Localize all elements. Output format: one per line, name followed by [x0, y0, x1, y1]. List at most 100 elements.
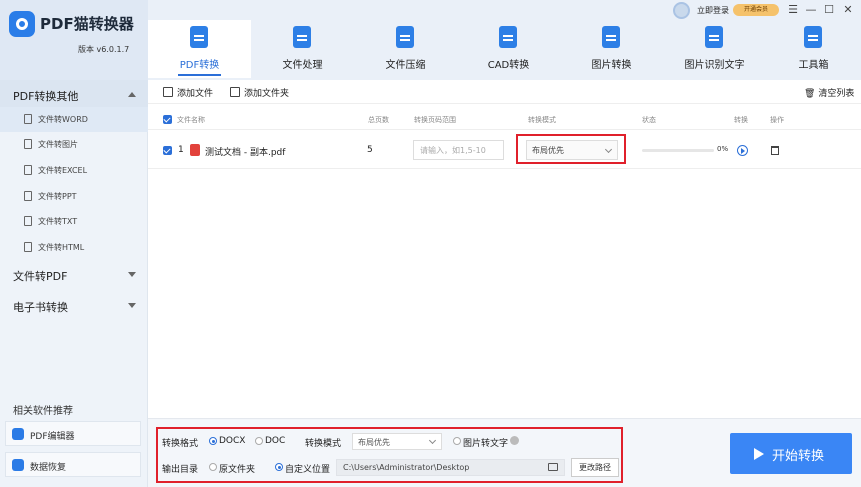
sidebar-item-ppt[interactable]: 文件转PPT — [0, 184, 148, 209]
logo-area: PDF猫转换器 版本 v6.0.1.7 — [0, 0, 148, 80]
clear-list-label: 清空列表 — [818, 89, 855, 99]
pdf-convert-icon — [190, 26, 208, 48]
start-convert-button[interactable]: 开始转换 — [730, 433, 852, 474]
recommend-label: 数据恢复 — [30, 463, 67, 473]
chevron-down-icon — [128, 272, 136, 277]
tab-toolbox[interactable]: 工具箱 — [766, 20, 861, 78]
table-row[interactable]: 1 测试文档 - 副本.pdf 5 请输入，如1,5-10 布局优先 0% — [148, 132, 861, 169]
sidebar-item-label: 文件转HTML — [38, 243, 85, 252]
image-to-text-radio[interactable] — [453, 437, 461, 445]
recommend-data-recovery[interactable]: 数据恢复 — [5, 452, 141, 477]
recommend-pdf-editor[interactable]: PDF编辑器 — [5, 421, 141, 446]
tab-pdf-convert[interactable]: PDF转换 — [148, 20, 251, 78]
page-range-input[interactable]: 请输入，如1,5-10 — [413, 140, 504, 160]
custom-location-label[interactable]: 自定义位置 — [285, 462, 330, 475]
sidebar-item-txt[interactable]: 文件转TXT — [0, 209, 148, 234]
sidebar-item-image[interactable]: 文件转图片 — [0, 132, 148, 157]
sidebar-item-label: 文件转WORD — [38, 115, 88, 124]
minimize-icon[interactable]: — — [804, 3, 818, 17]
tab-label: 文件处理 — [282, 60, 323, 71]
tab-label: CAD转换 — [487, 60, 530, 71]
toolbox-icon — [804, 26, 822, 48]
tab-label: 图片识别文字 — [684, 60, 745, 71]
sidebar-item-label: 文件转图片 — [38, 140, 78, 149]
start-convert-label: 开始转换 — [772, 449, 825, 464]
file-icon — [24, 242, 32, 252]
add-folder-label: 添加文件夹 — [244, 89, 290, 99]
sidebar-group-label: PDF转换其他 — [13, 90, 79, 103]
header-range: 转换页码范围 — [414, 116, 456, 124]
add-file-button[interactable]: 添加文件 — [163, 86, 213, 99]
tab-label: 图片转换 — [591, 60, 632, 71]
image-convert-icon — [602, 26, 620, 48]
docx-radio[interactable] — [209, 437, 217, 445]
custom-location-radio[interactable] — [275, 463, 283, 471]
tab-ocr[interactable]: 图片识别文字 — [663, 20, 766, 78]
user-avatar-icon[interactable] — [673, 2, 690, 19]
row-filename: 测试文档 - 副本.pdf — [205, 148, 286, 158]
file-icon — [24, 216, 32, 226]
play-icon[interactable] — [737, 145, 748, 156]
sidebar: PDF转换其他 文件转WORD 文件转图片 文件转EXCEL 文件转PPT 文件… — [0, 80, 148, 487]
sidebar-item-html[interactable]: 文件转HTML — [0, 235, 148, 260]
row-mode-value: 布局优先 — [532, 146, 564, 155]
folder-open-icon[interactable] — [548, 463, 558, 471]
sidebar-item-word[interactable]: 文件转WORD — [0, 107, 148, 132]
close-icon[interactable]: ✕ — [841, 3, 855, 17]
table-header: 文件名称 总页数 转换页码范围 转换模式 状态 转换 操作 — [148, 110, 861, 130]
sidebar-group-pdf-other[interactable]: PDF转换其他 — [0, 80, 148, 110]
row-checkbox[interactable] — [163, 146, 172, 155]
data-recovery-icon — [12, 459, 24, 471]
format-label: 转换格式 — [162, 439, 199, 449]
tab-file-compress[interactable]: 文件压缩 — [354, 20, 457, 78]
output-label: 输出目录 — [162, 465, 199, 475]
change-path-button[interactable]: 更改路径 — [571, 458, 619, 477]
tab-file-process[interactable]: 文件处理 — [251, 20, 354, 78]
maximize-icon[interactable]: ☐ — [822, 3, 836, 17]
chevron-down-icon — [128, 303, 136, 308]
row-mode-select[interactable]: 布局优先 — [526, 140, 618, 160]
recommend-title: 相关软件推荐 — [13, 406, 73, 417]
image-to-text-label[interactable]: 图片转文字 — [463, 436, 508, 449]
mode-label: 转换模式 — [305, 439, 342, 449]
delete-icon[interactable] — [771, 146, 779, 155]
app-window: PDF猫转换器 版本 v6.0.1.7 PDF转换 文件处理 文件压缩 CAD转… — [0, 0, 861, 487]
original-folder-radio[interactable] — [209, 463, 217, 471]
header-name: 文件名称 — [177, 116, 205, 124]
tab-image-convert[interactable]: 图片转换 — [560, 20, 663, 78]
chevron-up-icon — [128, 92, 136, 97]
add-folder-button[interactable]: 添加文件夹 — [230, 86, 289, 99]
sidebar-group-ebook[interactable]: 电子书转换 — [0, 291, 148, 321]
row-pages: 5 — [367, 145, 373, 155]
add-file-label: 添加文件 — [177, 89, 214, 99]
select-all-checkbox[interactable] — [163, 115, 172, 124]
login-link[interactable]: 立即登录 — [697, 5, 729, 16]
file-process-icon — [293, 26, 311, 48]
recommend-label: PDF编辑器 — [30, 432, 75, 442]
menu-icon[interactable]: ☰ — [786, 3, 800, 17]
tab-cad-convert[interactable]: CAD转换 — [457, 20, 560, 78]
add-folder-icon — [230, 87, 240, 97]
app-logo-icon — [9, 11, 35, 37]
main-panel: 添加文件 添加文件夹 🗑 清空列表 文件名称 总页数 转换页码范围 转换模式 状… — [148, 80, 861, 487]
sidebar-item-label: 文件转EXCEL — [38, 166, 88, 175]
sidebar-group-to-pdf[interactable]: 文件转PDF — [0, 260, 148, 290]
doc-radio[interactable] — [255, 437, 263, 445]
header-status: 状态 — [642, 116, 656, 124]
file-icon — [24, 191, 32, 201]
clear-list-button[interactable]: 🗑 清空列表 — [804, 86, 854, 99]
file-icon — [24, 165, 32, 175]
docx-label[interactable]: DOCX — [219, 436, 245, 446]
output-path-field[interactable]: C:\Users\Administrator\Desktop — [336, 459, 565, 476]
doc-label[interactable]: DOC — [265, 436, 285, 446]
sidebar-item-excel[interactable]: 文件转EXCEL — [0, 158, 148, 183]
conversion-mode-select[interactable]: 布局优先 — [352, 433, 442, 450]
app-title: PDF猫转换器 — [40, 15, 134, 33]
header-convert: 转换 — [734, 116, 748, 124]
help-icon[interactable] — [510, 436, 519, 445]
vip-badge[interactable]: 开通会员 — [733, 4, 779, 16]
trash-icon: 🗑 — [804, 89, 816, 99]
compress-icon — [396, 26, 414, 48]
original-folder-label[interactable]: 原文件夹 — [219, 462, 255, 475]
pdf-editor-icon — [12, 428, 24, 440]
